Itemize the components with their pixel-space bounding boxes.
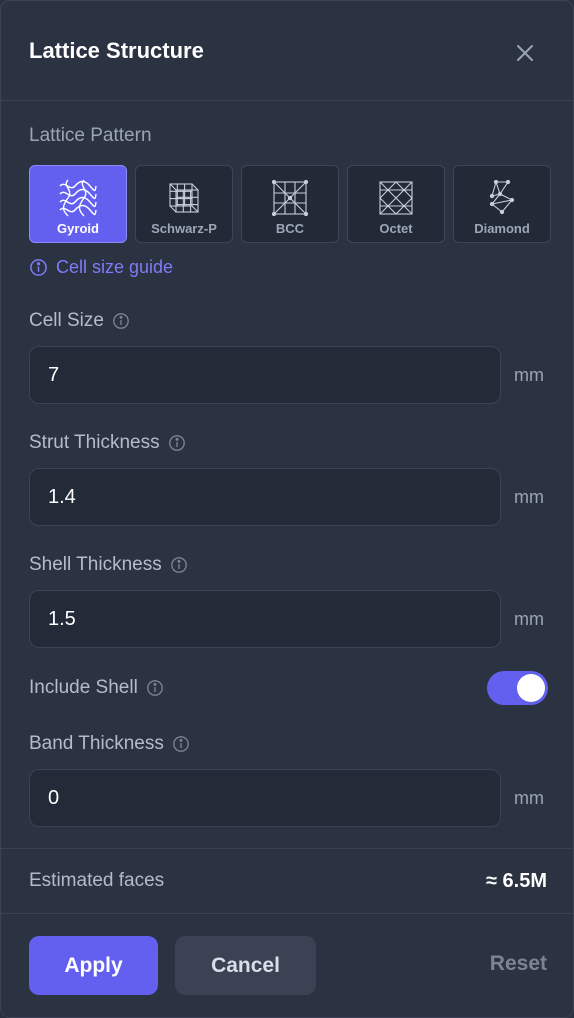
estimated-faces-value: ≈ 6.5M bbox=[486, 870, 547, 892]
band-thickness-unit: mm bbox=[514, 788, 544, 808]
shell-thickness-label: Shell Thickness bbox=[29, 554, 188, 576]
pattern-label: Diamond bbox=[474, 221, 530, 236]
toggle-knob bbox=[517, 674, 545, 702]
schwarz-p-icon bbox=[164, 178, 204, 218]
divider bbox=[1, 913, 573, 914]
include-shell-label-text: Include Shell bbox=[29, 677, 138, 698]
diamond-icon bbox=[482, 178, 522, 218]
strut-thickness-label: Strut Thickness bbox=[29, 432, 186, 454]
pattern-gyroid[interactable]: Gyroid bbox=[29, 165, 127, 243]
info-icon[interactable] bbox=[168, 434, 186, 452]
include-shell-toggle[interactable] bbox=[487, 671, 548, 705]
strut-thickness-input[interactable]: 1.4 bbox=[29, 468, 501, 526]
dialog-header: Lattice Structure bbox=[1, 1, 573, 101]
strut-thickness-label-text: Strut Thickness bbox=[29, 432, 160, 453]
pattern-label: BCC bbox=[275, 221, 305, 236]
info-icon[interactable] bbox=[146, 679, 164, 697]
reset-button[interactable]: Reset bbox=[490, 952, 547, 976]
cell-size-input[interactable]: 7 bbox=[29, 346, 501, 404]
octet-icon bbox=[376, 178, 416, 218]
cell-size-guide-link[interactable]: Cell size guide bbox=[29, 257, 173, 278]
info-icon[interactable] bbox=[170, 556, 188, 574]
shell-thickness-input[interactable]: 1.5 bbox=[29, 590, 501, 648]
pattern-label: Octet bbox=[379, 221, 413, 236]
bcc-icon bbox=[270, 178, 310, 218]
info-icon[interactable] bbox=[112, 312, 130, 330]
pattern-diamond[interactable]: Diamond bbox=[453, 165, 551, 243]
guide-link-text: Cell size guide bbox=[56, 257, 174, 277]
info-icon[interactable] bbox=[172, 735, 190, 753]
cell-size-label-text: Cell Size bbox=[29, 310, 104, 331]
lattice-structure-dialog: Lattice Structure Lattice Pattern Gyroid bbox=[0, 0, 574, 1018]
band-thickness-label-text: Band Thickness bbox=[29, 733, 164, 754]
lattice-pattern-label: Lattice Pattern bbox=[29, 125, 152, 146]
shell-thickness-unit: mm bbox=[514, 609, 544, 629]
cancel-button[interactable]: Cancel bbox=[175, 936, 316, 995]
pattern-schwarz-p[interactable]: Schwarz-P bbox=[135, 165, 233, 243]
estimated-faces-label: Estimated faces bbox=[29, 870, 165, 891]
apply-button[interactable]: Apply bbox=[29, 936, 158, 995]
pattern-label: Schwarz-P bbox=[151, 221, 217, 236]
strut-thickness-unit: mm bbox=[514, 487, 544, 507]
dialog-title: Lattice Structure bbox=[29, 38, 204, 63]
pattern-selector: Gyroid Schwarz-P BCC Octet Diamond bbox=[29, 165, 551, 243]
cell-size-unit: mm bbox=[514, 365, 544, 385]
divider bbox=[1, 848, 573, 849]
include-shell-label: Include Shell bbox=[29, 677, 164, 699]
gyroid-icon bbox=[58, 178, 98, 218]
shell-thickness-label-text: Shell Thickness bbox=[29, 554, 162, 575]
pattern-label: Gyroid bbox=[57, 221, 99, 236]
pattern-octet[interactable]: Octet bbox=[347, 165, 445, 243]
info-icon bbox=[29, 258, 48, 277]
pattern-bcc[interactable]: BCC bbox=[241, 165, 339, 243]
band-thickness-input[interactable]: 0 bbox=[29, 769, 501, 827]
cell-size-label: Cell Size bbox=[29, 310, 130, 332]
close-icon[interactable] bbox=[511, 39, 539, 67]
band-thickness-label: Band Thickness bbox=[29, 733, 190, 755]
